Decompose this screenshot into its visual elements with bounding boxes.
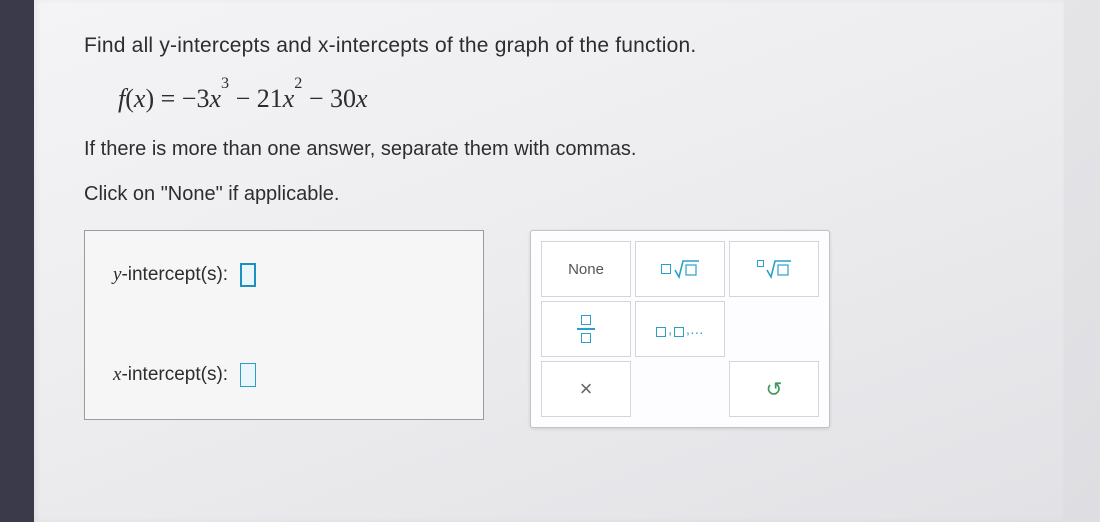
work-area: y-intercept(s): x-intercept(s): None [84,230,1004,428]
y-intercept-label: y-intercept(s): [113,264,228,286]
formula-lhs: f(x) [118,84,154,113]
keypad-nth-root-button[interactable] [729,241,819,297]
question-line-3: Click on "None" if applicable. [84,183,1004,206]
reset-icon: ↺ [766,377,783,402]
formula-rhs: −3x3 − 21x2 − 30x [182,84,368,113]
close-icon: × [580,376,593,402]
window-left-edge [0,0,34,522]
placeholder-icon [661,264,671,274]
question-line-1: Find all y-intercepts and x-intercepts o… [84,34,1004,58]
keypad-fraction-button[interactable] [541,301,631,357]
sqrt-icon [674,259,700,279]
keypad-sqrt-button[interactable] [635,241,725,297]
x-intercept-row: x-intercept(s): [113,363,455,387]
x-intercept-label: x-intercept(s): [113,364,228,386]
answer-box: y-intercept(s): x-intercept(s): [84,230,484,420]
nth-root-icon [766,259,792,279]
keypad-none-button[interactable]: None [541,241,631,297]
question-sheet: Find all y-intercepts and x-intercepts o… [34,0,1064,522]
y-intercept-input[interactable] [240,263,256,287]
keypad-list-button[interactable]: ,,… [635,301,725,357]
list-icon: ,,… [656,321,704,337]
keypad-reset-button[interactable]: ↺ [729,361,819,417]
question-line-2: If there is more than one answer, separa… [84,138,1004,161]
fraction-icon [577,315,595,343]
keypad-clear-button[interactable]: × [541,361,631,417]
x-intercept-input[interactable] [240,363,256,387]
math-keypad: None [530,230,830,428]
function-formula: f(x) = −3x3 − 21x2 − 30x [118,84,1004,114]
placeholder-icon [757,260,764,267]
y-intercept-row: y-intercept(s): [113,263,455,287]
